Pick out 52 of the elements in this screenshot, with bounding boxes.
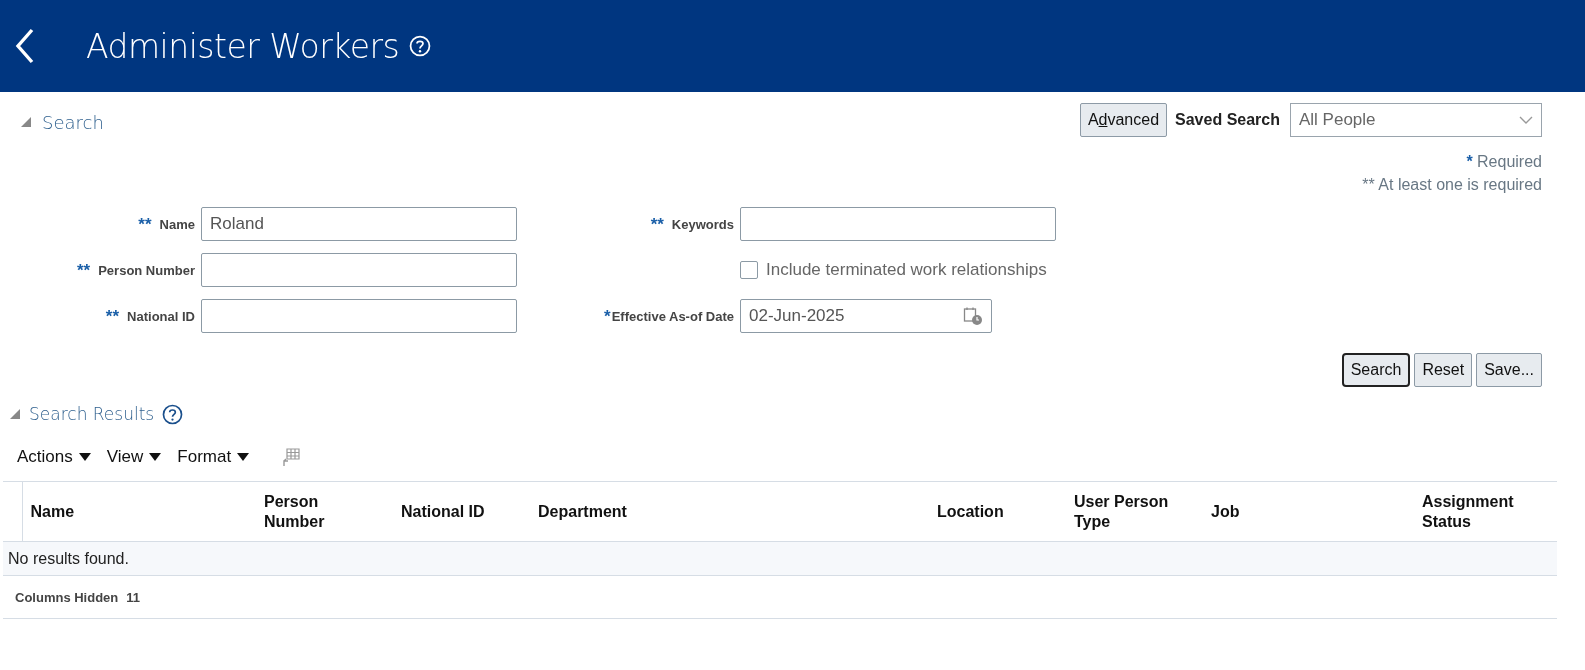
dropdown-arrow-icon [237, 453, 250, 461]
column-header[interactable]: Department [532, 481, 931, 542]
section-title: Search [42, 111, 104, 133]
page-title: Administer Workers [86, 26, 400, 66]
date-field[interactable]: 02-Jun-2025 [740, 299, 992, 333]
required-marker: * [604, 308, 611, 324]
required-marker: ** [138, 216, 152, 232]
dropdown-arrow-icon [78, 453, 91, 461]
field-label: Keywords [671, 216, 734, 232]
dropdown-arrow-icon [149, 453, 162, 461]
required-marker: ** [650, 216, 664, 232]
action-button[interactable]: Save... [1476, 353, 1542, 387]
required-marker: ** [105, 308, 120, 324]
back-icon[interactable] [14, 28, 36, 64]
column-header[interactable]: Person Number [258, 481, 395, 542]
column-header[interactable]: Name [22, 481, 258, 542]
menu-button[interactable]: View [104, 447, 164, 467]
legend-note: * Required [1466, 152, 1542, 172]
field-label: National ID [127, 308, 195, 324]
columns-hidden-count: 11 [126, 589, 141, 605]
text-field[interactable] [201, 299, 517, 333]
saved-search-dropdown[interactable]: All People [1290, 103, 1542, 137]
collapse-triangle-icon[interactable] [20, 116, 32, 128]
menu-button[interactable]: Actions [15, 447, 93, 467]
calendar-icon[interactable] [963, 306, 983, 326]
text-field[interactable] [201, 253, 517, 287]
column-header[interactable]: Assignment Status [1416, 481, 1557, 542]
columns-hidden-label: Columns Hidden [15, 589, 119, 605]
field-label: Name [159, 216, 195, 232]
advanced-button[interactable]: Advanced [1079, 103, 1168, 137]
action-button[interactable]: Search [1341, 353, 1411, 387]
column-header[interactable]: Job [1205, 481, 1416, 542]
field-label: Saved Search [1175, 111, 1280, 129]
detach-table-icon[interactable] [281, 447, 302, 467]
action-button[interactable]: Reset [1414, 353, 1473, 387]
required-marker: ** [76, 262, 91, 278]
column-header[interactable]: National ID [395, 481, 532, 542]
text-field[interactable]: Roland [201, 207, 517, 241]
menu-button[interactable]: Format [175, 447, 252, 467]
field-label: Effective As-of Date [611, 308, 734, 324]
section-title: Search Results [29, 404, 155, 424]
column-header[interactable]: User Person Type [1068, 481, 1205, 542]
checkbox-label: Include terminated work relationships [766, 260, 1047, 280]
help-icon[interactable] [162, 403, 184, 425]
chevron-down-icon [1519, 116, 1533, 124]
checkbox[interactable] [740, 261, 758, 279]
legend-note: ** At least one is required [1362, 175, 1542, 195]
collapse-triangle-icon[interactable] [9, 408, 21, 420]
text-field[interactable] [740, 207, 1056, 241]
empty-message: No results found. [3, 541, 1557, 576]
column-header[interactable]: Location [931, 481, 1068, 542]
field-label: Person Number [98, 262, 195, 278]
